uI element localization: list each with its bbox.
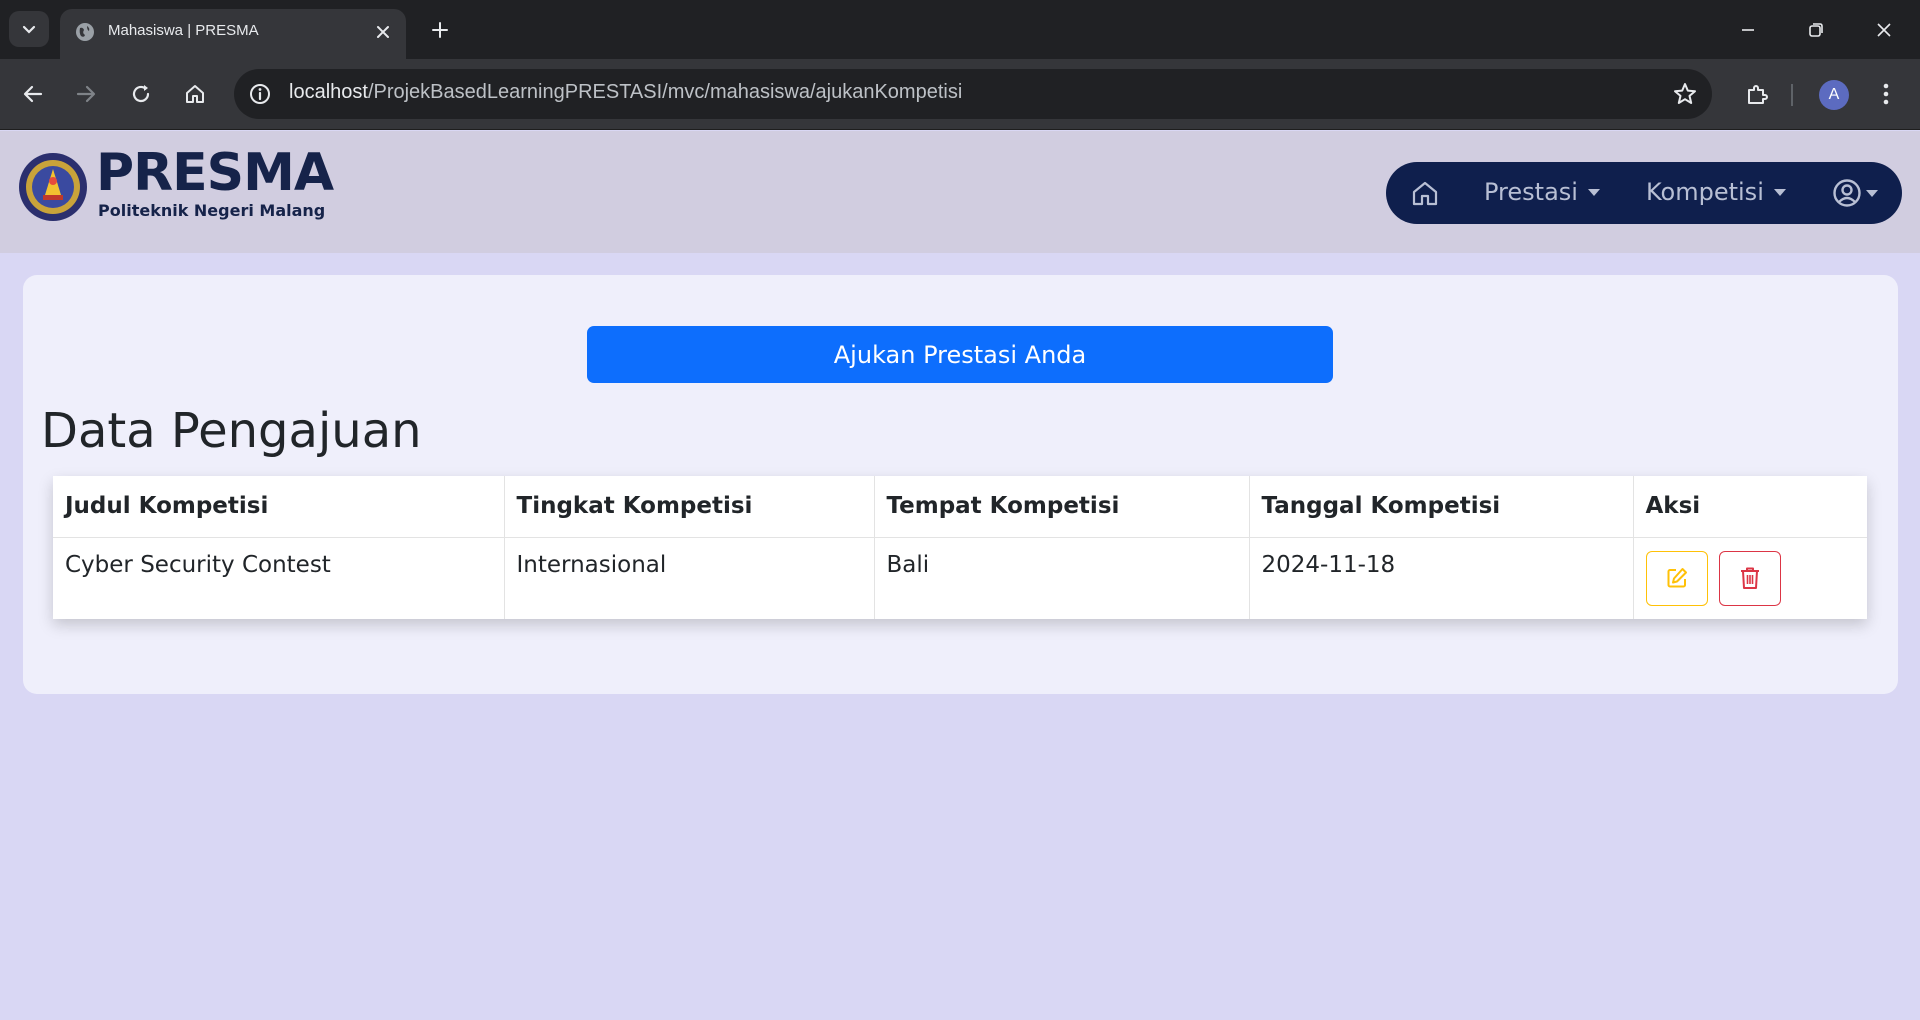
toolbar-divider (1791, 84, 1793, 106)
col-tingkat: Tingkat Kompetisi (504, 476, 875, 538)
table-header-row: Judul Kompetisi Tingkat Kompetisi Tempat… (53, 476, 1867, 538)
cell-tingkat: Internasional (504, 537, 875, 619)
col-tanggal: Tanggal Kompetisi (1249, 476, 1634, 538)
info-icon[interactable] (248, 82, 272, 106)
edit-icon (1667, 568, 1687, 588)
profile-avatar[interactable]: A (1819, 80, 1849, 110)
trash-icon (1740, 567, 1759, 589)
url-text: localhost/ProjekBasedLearningPRESTASI/mv… (289, 81, 962, 104)
col-tempat: Tempat Kompetisi (874, 476, 1250, 538)
browser-tab-active[interactable]: Mahasiswa | PRESMA (60, 9, 406, 59)
logo-title: PRESMA (96, 143, 334, 203)
main-nav: Prestasi Kompetisi (1386, 162, 1902, 224)
back-button[interactable] (14, 75, 52, 113)
home-button[interactable] (176, 75, 214, 113)
browser-toolbar: localhost/ProjekBasedLearningPRESTASI/mv… (0, 59, 1920, 130)
caret-down-icon (1866, 189, 1878, 197)
address-bar[interactable]: localhost/ProjekBasedLearningPRESTASI/mv… (234, 69, 1712, 119)
col-judul: Judul Kompetisi (53, 476, 505, 538)
close-icon (377, 26, 389, 38)
cell-judul: Cyber Security Contest (53, 537, 505, 619)
forward-button[interactable] (67, 75, 105, 113)
delete-button[interactable] (1718, 550, 1781, 606)
restore-button[interactable] (1794, 8, 1838, 52)
reload-icon (132, 85, 150, 103)
cell-tanggal: 2024-11-18 (1249, 537, 1634, 619)
pengajuan-table: Judul Kompetisi Tingkat Kompetisi Tempat… (53, 476, 1867, 619)
close-icon (1877, 23, 1891, 37)
browser-tab-strip: Mahasiswa | PRESMA (0, 0, 1920, 59)
tab-title: Mahasiswa | PRESMA (108, 22, 259, 39)
extensions-button[interactable] (1738, 75, 1776, 113)
minimize-button[interactable] (1726, 8, 1770, 52)
nav-prestasi-dropdown[interactable]: Prestasi (1484, 178, 1600, 206)
kebab-menu-icon (1883, 83, 1889, 105)
plus-icon (432, 22, 448, 38)
bookmark-star-icon[interactable] (1672, 81, 1698, 107)
arrow-left-icon (23, 85, 43, 103)
restore-icon (1809, 23, 1823, 37)
content-card: Ajukan Prestasi Anda Data Pengajuan Judu… (23, 275, 1898, 694)
caret-down-icon (1773, 188, 1786, 196)
nav-kompetisi-dropdown[interactable]: Kompetisi (1646, 178, 1786, 206)
home-icon[interactable] (1410, 178, 1440, 208)
tab-search-button[interactable] (9, 11, 49, 47)
arrow-right-icon (76, 85, 96, 103)
table-row: Cyber Security Contest Internasional Bal… (53, 537, 1867, 619)
user-menu-dropdown[interactable] (1832, 178, 1878, 208)
user-circle-icon (1833, 179, 1861, 207)
logo-subtitle: Politeknik Negeri Malang (98, 201, 326, 220)
close-window-button[interactable] (1862, 8, 1906, 52)
reload-button[interactable] (122, 75, 160, 113)
browser-menu-button[interactable] (1868, 75, 1904, 113)
site-navbar: PRESMA Politeknik Negeri Malang Prestasi… (0, 131, 1920, 253)
nav-prestasi-label: Prestasi (1484, 178, 1578, 206)
ajukan-prestasi-button[interactable]: Ajukan Prestasi Anda (587, 326, 1333, 383)
puzzle-icon (1748, 85, 1768, 104)
home-icon (186, 85, 204, 103)
chevron-down-icon (22, 25, 36, 34)
section-title: Data Pengajuan (41, 403, 422, 459)
minimize-icon (1742, 29, 1754, 31)
url-path: /ProjekBasedLearningPRESTASI/mvc/mahasis… (367, 81, 963, 103)
url-host: localhost (289, 81, 368, 103)
globe-icon (76, 23, 94, 41)
caret-down-icon (1587, 188, 1600, 196)
cell-tempat: Bali (874, 537, 1250, 619)
tab-close-button[interactable] (372, 21, 394, 43)
nav-kompetisi-label: Kompetisi (1646, 178, 1764, 206)
edit-button[interactable] (1645, 550, 1708, 606)
col-aksi: Aksi (1633, 476, 1867, 538)
polinema-seal-icon[interactable] (17, 151, 89, 223)
new-tab-button[interactable] (424, 14, 456, 46)
cell-aksi (1633, 537, 1867, 619)
